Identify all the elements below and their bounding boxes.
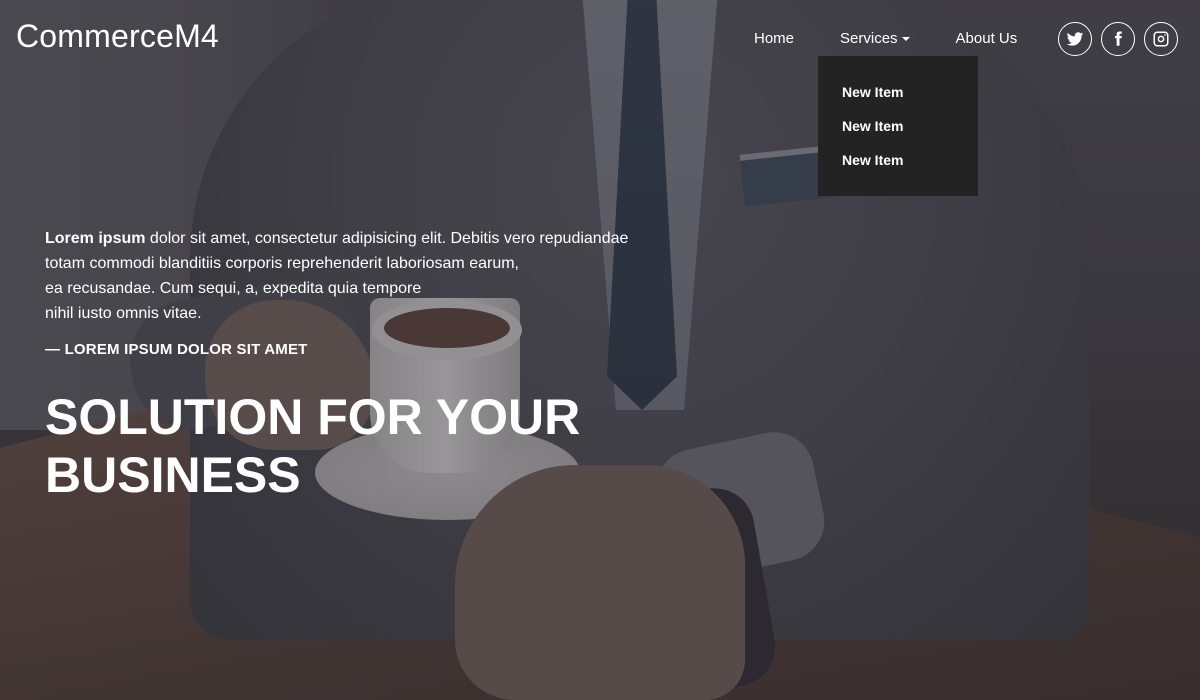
lead-line-4: nihil iusto omnis vitae. (45, 305, 202, 322)
nav-home[interactable]: Home (740, 30, 808, 48)
dropdown-item[interactable]: New Item (818, 150, 978, 184)
hero-attribution: — LOREM IPSUM DOLOR SIT AMET (45, 341, 308, 358)
headline-line-1: SOLUTION FOR YOUR (45, 389, 581, 445)
lead-line-1: Lorem ipsum dolor sit amet, consectetur … (45, 226, 685, 251)
facebook-icon (1115, 31, 1122, 46)
hero-lead-paragraph: Lorem ipsum dolor sit amet, consectetur … (45, 226, 685, 326)
instagram-icon (1153, 31, 1169, 47)
nav-services[interactable]: Services (826, 30, 924, 48)
brand-logo[interactable]: CommerceM4 (16, 18, 219, 55)
headline-line-2: BUSINESS (45, 447, 301, 503)
facebook-link[interactable] (1101, 22, 1135, 56)
lead-line-3: ea recusandae. Cum sequi, a, expedita qu… (45, 280, 422, 297)
caret-down-icon (901, 37, 910, 42)
lead-bold-text: Lorem ipsum (45, 230, 146, 247)
twitter-link[interactable] (1058, 22, 1092, 56)
dropdown-item[interactable]: New Item (818, 82, 978, 116)
main-nav: Home Services About Us (740, 30, 1031, 48)
nav-about[interactable]: About Us (942, 30, 1032, 48)
lead-line-2: totam commodi blanditiis corporis repreh… (45, 255, 519, 272)
services-dropdown-menu: New Item New Item New Item (818, 56, 978, 196)
hero-headline: SOLUTION FOR YOUR BUSINESS (45, 388, 685, 504)
social-links (1058, 22, 1178, 56)
nav-services-label: Services (840, 30, 898, 47)
twitter-icon (1066, 32, 1084, 46)
instagram-link[interactable] (1144, 22, 1178, 56)
lead-text: dolor sit amet, consectetur adipisicing … (145, 230, 629, 247)
dropdown-item[interactable]: New Item (818, 116, 978, 150)
